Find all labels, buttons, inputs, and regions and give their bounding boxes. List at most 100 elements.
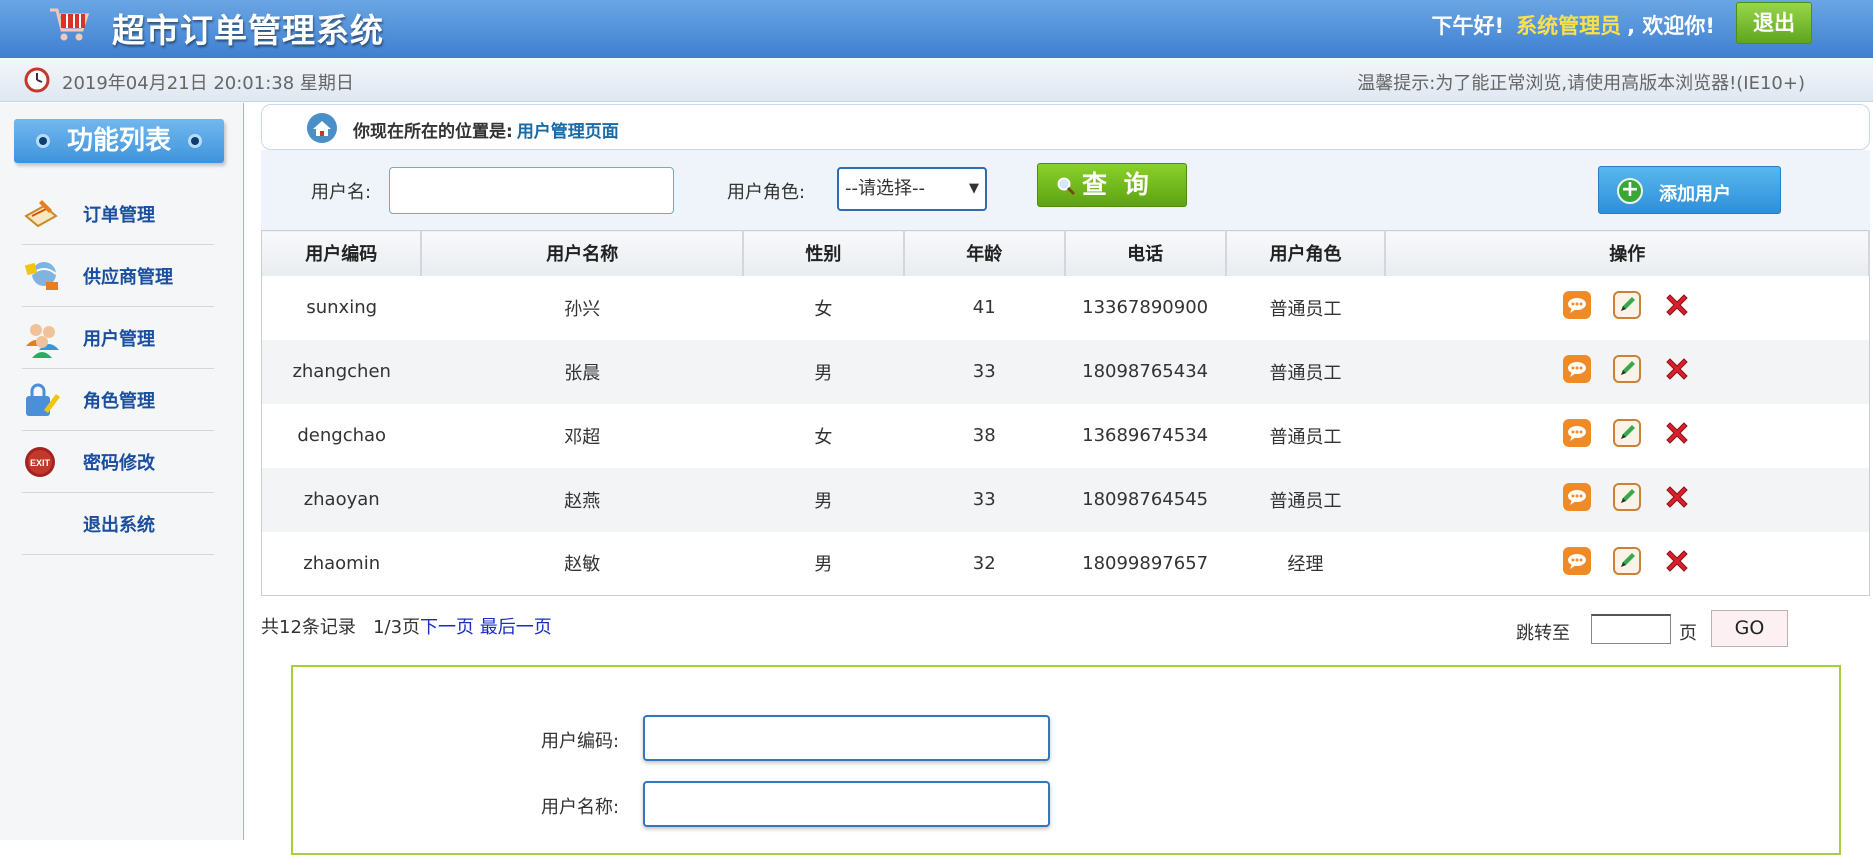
exit-badge-icon: EXIT [25, 447, 55, 477]
row-actions [1385, 339, 1869, 404]
delete-icon[interactable] [1662, 290, 1692, 320]
greeting-prefix: 下午好! [1431, 14, 1505, 38]
jump-page-input[interactable] [1591, 614, 1671, 644]
delete-icon[interactable] [1662, 482, 1692, 512]
user-name: 赵燕 [421, 467, 744, 532]
breadcrumb: 你现在所在的位置是: 用户管理页面 [261, 104, 1870, 150]
column-header: 年龄 [903, 230, 1066, 276]
sidebar: 功能列表 订单管理 供应商管理 用户管理 角色管理 EXIT 密码修改 退出系统 [0, 103, 244, 840]
role-select-value: --请选择-- [845, 178, 925, 199]
greeting-suffix: , 欢迎你! [1627, 14, 1715, 38]
column-header: 电话 [1064, 230, 1227, 276]
user-name: 赵敏 [564, 554, 601, 576]
go-button[interactable]: GO [1711, 610, 1788, 647]
sidebar-item-logout[interactable]: 退出系统 [22, 493, 214, 555]
app-title: 超市订单管理系统 [112, 11, 384, 50]
clock-icon [24, 67, 50, 93]
last-page-link[interactable]: 最后一页 [480, 617, 552, 638]
logout-button[interactable]: 退出 [1736, 2, 1812, 44]
total-records: 共12条记录 [261, 617, 356, 638]
user-code-label: 用户编码: [541, 731, 620, 752]
sidebar-item-label: 供应商管理 [83, 267, 173, 288]
edit-icon[interactable] [1612, 482, 1642, 512]
sidebar-menu: 订单管理 供应商管理 用户管理 角色管理 EXIT 密码修改 退出系统 [22, 183, 214, 555]
column-header: 用户名称 [421, 230, 745, 276]
user-code: zhaomin [303, 552, 381, 574]
edit-icon[interactable] [1612, 418, 1642, 448]
user-age: 32 [972, 552, 996, 574]
username-search-input[interactable] [389, 167, 674, 214]
user-gender: 男 [743, 339, 904, 404]
user-role: 经理 [1287, 554, 1324, 576]
sidebar-item-users[interactable]: 用户管理 [22, 307, 214, 369]
row-actions [1385, 532, 1869, 596]
delete-icon[interactable] [1662, 418, 1692, 448]
view-icon[interactable] [1562, 418, 1592, 448]
breadcrumb-current-page[interactable]: 用户管理页面 [517, 122, 619, 142]
current-page: 1/3页 [373, 617, 421, 638]
user-name: 孙兴 [564, 298, 601, 320]
function-list-title: 功能列表 [66, 126, 171, 156]
supplier-icon [24, 262, 58, 290]
dot-icon [188, 134, 202, 148]
user-gender: 女 [814, 426, 833, 448]
add-user-button[interactable]: + 添加用户 [1598, 166, 1781, 214]
table-row: zhaoyan 赵燕 男 33 18098764545 普通员工 [261, 467, 1869, 532]
sidebar-item-label: 订单管理 [83, 205, 155, 226]
role-label: 用户角色: [727, 182, 806, 203]
view-icon[interactable] [1562, 290, 1592, 320]
user-age: 41 [972, 297, 996, 318]
user-name-field[interactable] [643, 781, 1050, 827]
user-phone: 13689674534 [1082, 425, 1209, 446]
column-header: 性别 [743, 230, 905, 276]
user-role: 普通员工 [1269, 298, 1342, 320]
sidebar-item-password[interactable]: EXIT 密码修改 [22, 431, 214, 493]
user-form-panel: 用户编码: 用户名称: [291, 665, 1841, 855]
plus-icon: + [1617, 178, 1643, 204]
page-unit-label: 页 [1679, 623, 1697, 644]
user-age: 38 [972, 425, 996, 446]
view-icon[interactable] [1562, 546, 1592, 576]
view-icon[interactable] [1562, 354, 1592, 384]
jump-label: 跳转至 [1516, 623, 1570, 644]
user-name-label: 用户名称: [541, 797, 620, 818]
users-icon [26, 324, 59, 358]
sidebar-item-orders[interactable]: 订单管理 [22, 183, 214, 245]
user-role: 普通员工 [1225, 339, 1386, 404]
search-bar: 用户名: 用户角色: --请选择-- ▼ 查 询 + 添加用户 [261, 150, 1870, 230]
delete-icon[interactable] [1662, 354, 1692, 384]
browser-tip: 温馨提示:为了能正常浏览,请使用高版本浏览器!(IE10+) [1357, 73, 1805, 94]
home-icon [307, 113, 337, 143]
table-row: zhaomin 赵敏 男 32 18099897657 经理 [262, 532, 1870, 596]
user-gender: 男 [743, 467, 904, 532]
edit-icon[interactable] [1612, 546, 1642, 576]
add-user-label: 添加用户 [1659, 184, 1731, 205]
user-phone: 13367890900 [1082, 297, 1209, 318]
current-datetime: 2019年04月21日 20:01:38 星期日 [62, 73, 354, 94]
sidebar-item-suppliers[interactable]: 供应商管理 [22, 245, 214, 307]
edit-icon[interactable] [1612, 290, 1642, 320]
query-button[interactable]: 查 询 [1037, 163, 1187, 207]
user-table: 用户编码 用户名称 性别 年龄 电话 用户角色 操作 sunxing 孙兴 女 … [261, 230, 1870, 596]
row-actions [1385, 467, 1869, 532]
user-phone: 18098765434 [1064, 339, 1226, 404]
user-role: 普通员工 [1225, 467, 1386, 532]
current-user-role: 系统管理员 [1516, 14, 1622, 38]
table-row: zhangchen 张晨 男 33 18098765434 普通员工 [261, 339, 1869, 404]
delete-icon[interactable] [1662, 546, 1692, 576]
status-bar: 2019年04月21日 20:01:38 星期日 温馨提示:为了能正常浏览,请使… [0, 58, 1873, 102]
edit-icon[interactable] [1612, 354, 1642, 384]
user-name: 邓超 [564, 426, 601, 448]
dot-icon [36, 134, 50, 148]
user-code: zhaoyan [261, 467, 422, 532]
role-select[interactable]: --请选择-- ▼ [837, 167, 987, 211]
sidebar-item-roles[interactable]: 角色管理 [22, 369, 214, 431]
sidebar-item-label: 角色管理 [83, 391, 155, 412]
breadcrumb-prefix: 你现在所在的位置是: [353, 122, 513, 142]
user-code-field[interactable] [643, 715, 1050, 761]
view-icon[interactable] [1562, 482, 1592, 512]
sidebar-item-label: 退出系统 [83, 515, 155, 536]
role-icon [26, 383, 60, 416]
user-code: zhangchen [261, 339, 422, 404]
next-page-link[interactable]: 下一页 [420, 617, 474, 638]
